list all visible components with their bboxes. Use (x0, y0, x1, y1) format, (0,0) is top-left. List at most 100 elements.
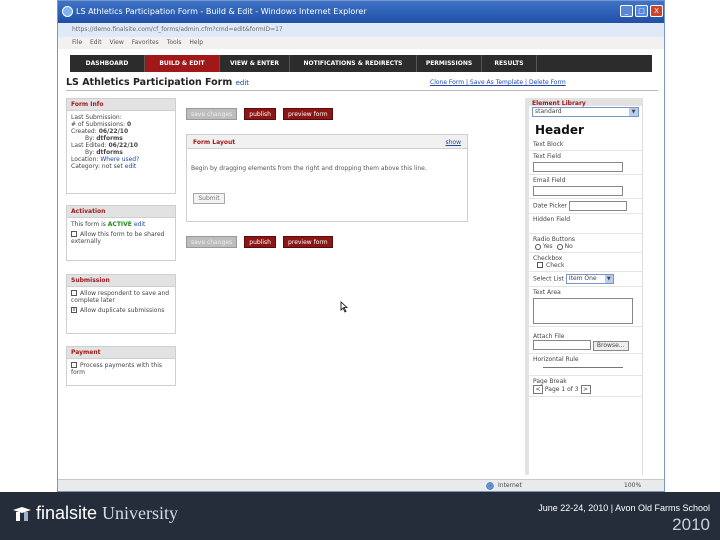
category-edit-link[interactable]: edit (125, 163, 137, 170)
chevron-down-icon: ▼ (629, 108, 638, 116)
allow-shared-label: Allow this form to be shared externally (71, 231, 165, 245)
created-by-label: By: (85, 135, 95, 142)
finalsite-university-brand: finalsite University (36, 503, 178, 524)
brand-university: University (102, 503, 179, 523)
email-field-preview (533, 186, 623, 196)
brand-finalsite: finalsite (36, 503, 98, 523)
browser-status-bar: Internet 100% (58, 479, 664, 491)
allow-shared-row: Allow this form to be shared externally (71, 231, 171, 245)
library-set-select[interactable]: standard ▼ (532, 107, 639, 117)
menu-view[interactable]: View (110, 39, 124, 46)
form-actions-links: Clone Form | Save As Template | Delete F… (430, 79, 566, 86)
allow-duplicate-checkbox[interactable]: x (71, 307, 77, 313)
date-picker-preview (569, 201, 628, 211)
tab-permissions[interactable]: PERMISSIONS (417, 55, 482, 72)
last-edited-label: Last Edited: (71, 142, 107, 149)
page-of-label: Page 1 of 3 (544, 385, 579, 393)
menu-file[interactable]: File (72, 39, 82, 46)
email-field-element[interactable]: Email Field (529, 175, 642, 199)
allow-save-checkbox[interactable] (71, 290, 77, 296)
header-element[interactable]: Header (529, 118, 642, 139)
address-bar[interactable]: https://demo.finalsite.com/cf_forms/admi… (58, 23, 664, 37)
tab-results[interactable]: RESULTS (482, 55, 537, 72)
menu-edit[interactable]: Edit (90, 39, 102, 46)
element-library-header: Element Library (529, 98, 642, 107)
page-break-label: Page Break (533, 377, 567, 385)
num-submissions-row: # of Submissions: 0 (71, 121, 171, 128)
allow-duplicate-label: Allow duplicate submissions (80, 307, 165, 314)
tab-build-edit[interactable]: BUILD & EDIT (145, 55, 220, 72)
hidden-field-element[interactable]: Hidden Field (529, 214, 642, 234)
header-divider (66, 90, 658, 91)
zoom-level[interactable]: 100% (624, 482, 641, 489)
last-edited-row: Last Edited: 06/22/10 (71, 142, 171, 149)
created-by-value: dtforms (96, 135, 123, 142)
page-title: LS Athletics Participation Form edit (66, 77, 249, 88)
edited-by-row: By: dtforms (71, 149, 171, 156)
attach-file-element[interactable]: Attach File Browse... (529, 327, 642, 354)
submission-panel: Submission Allow respondent to save and … (66, 274, 176, 334)
browser-window: LS Athletics Participation Form - Build … (57, 0, 665, 492)
horizontal-rule-element[interactable]: Horizontal Rule (529, 354, 642, 376)
text-block-element[interactable]: Text Block (529, 139, 642, 151)
checkbox-element[interactable]: Checkbox Check (529, 253, 642, 272)
publish-button[interactable]: publish (244, 236, 276, 248)
element-library-panel: Element Library standard ▼ Header Text B… (525, 98, 643, 475)
browse-button: Browse... (592, 340, 629, 351)
page-prev-icon: < (533, 384, 543, 394)
created-label: Created: (71, 128, 97, 135)
allow-save-row: Allow respondent to save and complete la… (71, 290, 171, 304)
clone-form-link[interactable]: Clone Form (430, 79, 464, 86)
category-value: not set (101, 163, 123, 170)
menu-help[interactable]: Help (189, 39, 203, 46)
page-break-element[interactable]: Page Break < Page 1 of 3 > (529, 376, 642, 397)
process-payments-row: Process payments with this form (71, 362, 171, 376)
activation-panel: Activation This form is ACTIVE edit Allo… (66, 205, 176, 261)
presentation-slide: LS Athletics Participation Form - Build … (0, 0, 720, 540)
tab-notifications-redirects[interactable]: NOTIFICATIONS & REDIRECTS (290, 55, 417, 72)
check-label: Check (546, 262, 565, 269)
save-changes-button[interactable]: save changes (186, 108, 238, 120)
form-layout-header: Form Layout (193, 139, 236, 146)
text-area-label: Text Area (533, 289, 561, 296)
select-list-element[interactable]: Select List Item One ▼ (529, 272, 642, 287)
event-year: 2010 (672, 515, 710, 534)
link-separator: | (525, 79, 528, 86)
activation-edit-link[interactable]: edit (134, 221, 146, 228)
close-button[interactable]: X (650, 5, 663, 17)
where-used-link[interactable]: Where used? (100, 156, 139, 163)
save-changes-button[interactable]: save changes (186, 236, 238, 248)
text-area-element[interactable]: Text Area (529, 287, 642, 327)
delete-form-link[interactable]: Delete Form (529, 79, 566, 86)
process-payments-checkbox[interactable] (71, 362, 77, 368)
form-info-panel: Form Info Last Submission: # of Submissi… (66, 98, 176, 194)
ie-browser-icon (62, 6, 73, 17)
tab-dashboard[interactable]: DASHBOARD (70, 55, 145, 72)
radio-yes-preview (535, 243, 541, 250)
tab-view-enter[interactable]: VIEW & ENTER (220, 55, 290, 72)
activation-status: ACTIVE (107, 221, 132, 228)
payment-panel: Payment Process payments with this form (66, 346, 176, 386)
mouse-cursor-icon (340, 301, 349, 313)
form-layout-panel: Form Layout show Begin by dragging eleme… (186, 134, 468, 222)
publish-button[interactable]: publish (244, 108, 276, 120)
preview-form-button[interactable]: preview form (283, 236, 333, 248)
edit-title-link[interactable]: edit (236, 79, 249, 87)
date-picker-element[interactable]: Date Picker (529, 199, 642, 214)
maximize-button[interactable]: □ (635, 5, 648, 17)
menu-favorites[interactable]: Favorites (132, 39, 159, 46)
submission-header: Submission (67, 275, 175, 287)
allow-shared-checkbox[interactable] (71, 231, 77, 237)
save-as-template-link[interactable]: Save As Template (470, 79, 523, 86)
email-field-label: Email Field (533, 177, 566, 184)
minimize-button[interactable]: _ (620, 5, 633, 17)
menu-tools[interactable]: Tools (167, 39, 182, 46)
text-field-element[interactable]: Text Field (529, 151, 642, 175)
show-toggle-link[interactable]: show (445, 139, 461, 146)
event-info: June 22-24, 2010 | Avon Old Farms School (538, 503, 710, 513)
submit-button-preview[interactable]: Submit (193, 193, 225, 204)
radio-buttons-element[interactable]: Radio Buttons Yes No (529, 234, 642, 253)
horizontal-rule-preview (543, 366, 623, 368)
preview-form-button[interactable]: preview form (283, 108, 333, 120)
menu-bar: File Edit View Favorites Tools Help (58, 37, 664, 49)
